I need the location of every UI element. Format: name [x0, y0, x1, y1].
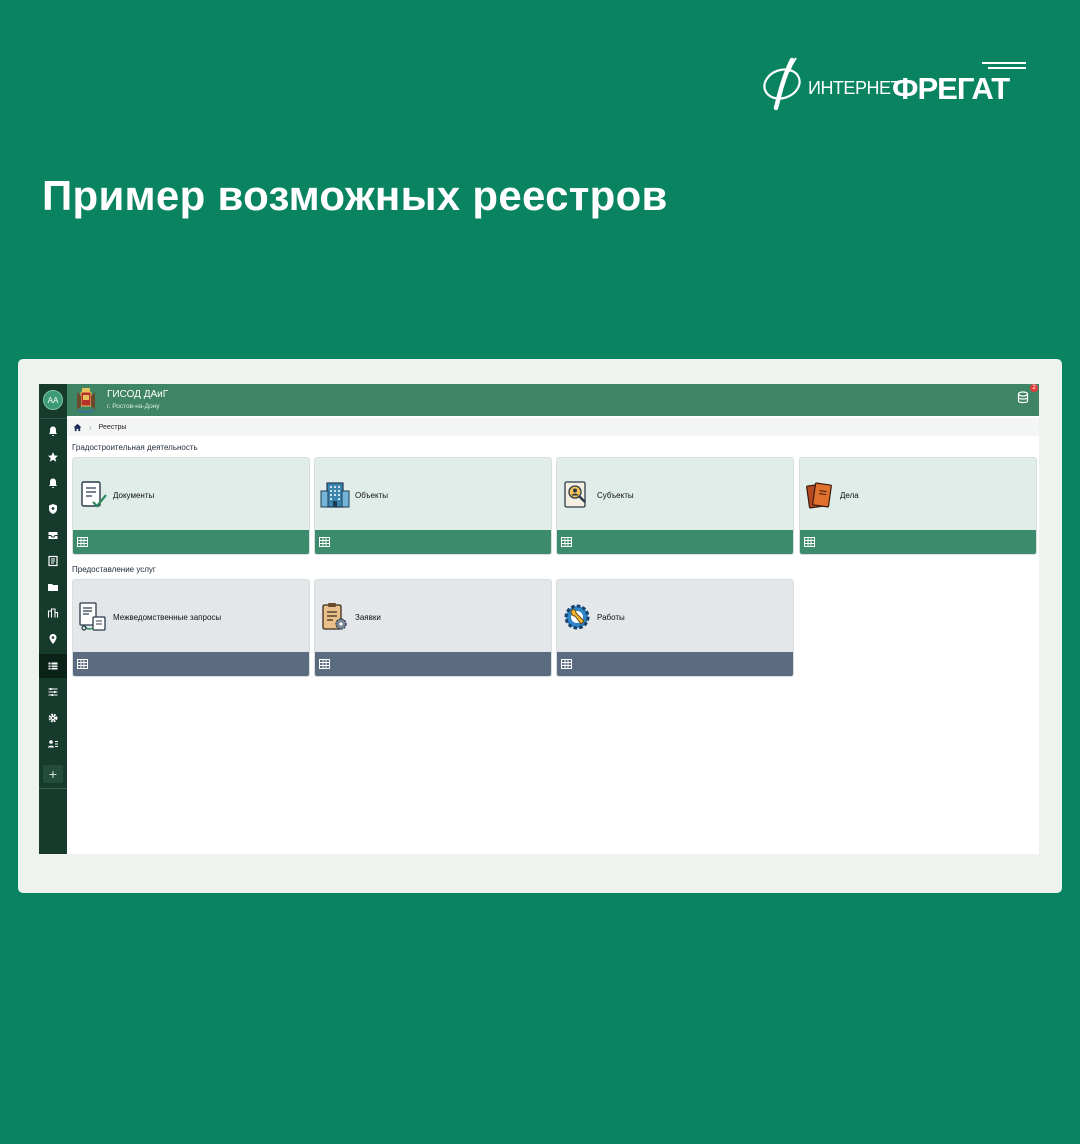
wrench-gear-icon: [561, 601, 593, 633]
brand-emblem-icon: [763, 57, 801, 111]
registry-card-label: Межведомственные запросы: [113, 612, 222, 622]
sidebar-item-gear[interactable]: [39, 706, 67, 730]
registry-card-label: Документы: [113, 490, 155, 500]
bell-icon: [49, 478, 57, 488]
registry-card[interactable]: Работы: [556, 579, 794, 677]
divider: [39, 788, 67, 789]
registry-card-footer[interactable]: [557, 530, 793, 554]
registry-card[interactable]: Объекты: [314, 457, 552, 555]
notifications-icon: [49, 426, 57, 436]
table-icon[interactable]: [561, 537, 572, 547]
registry-card-footer[interactable]: [315, 652, 551, 676]
home-icon[interactable]: [73, 423, 82, 432]
section-title: Предоставление услуг: [72, 565, 156, 574]
registries-icon: [48, 662, 58, 670]
sidebar-item-shield[interactable]: [39, 497, 67, 521]
registry-card-body[interactable]: Заявки: [315, 580, 551, 654]
folders-icon: [804, 479, 836, 511]
brand-big-text: ФРЕГАТ: [892, 71, 1010, 106]
users-list-icon: [48, 740, 58, 748]
sidebar-item-folder[interactable]: [39, 575, 67, 599]
registry-card-footer[interactable]: [73, 652, 309, 676]
registry-card-label: Дела: [840, 490, 859, 500]
registry-card-label: Субъекты: [597, 490, 634, 500]
sidebar-rail: AA +: [39, 384, 67, 854]
location-icon: [49, 634, 57, 644]
app-window: AA + ГИСОД ДАиГ г. Ростов-на-Дону 2 › Ре…: [39, 384, 1039, 854]
database-icon: [1017, 391, 1029, 404]
app-subtitle: г. Ростов-на-Дону: [107, 403, 160, 410]
gear-icon: [48, 713, 58, 723]
app-header: ГИСОД ДАиГ г. Ростов-на-Дону 2: [67, 384, 1039, 416]
request-icon: [77, 601, 109, 633]
sidebar-item-registries[interactable]: [39, 654, 67, 678]
sidebar-item-inbox[interactable]: [39, 523, 67, 547]
brand-small-text: ИНТЕРНЕТ: [808, 78, 901, 98]
table-icon[interactable]: [804, 537, 815, 547]
registry-card[interactable]: Субъекты: [556, 457, 794, 555]
registry-card-label: Объекты: [355, 490, 388, 500]
sidebar-item-users-list[interactable]: [39, 732, 67, 756]
registry-card-footer[interactable]: [557, 652, 793, 676]
folder-icon: [48, 584, 58, 591]
city-crest-icon: [77, 388, 95, 413]
brand-line: [982, 62, 1026, 64]
registry-card[interactable]: Заявки: [314, 579, 552, 677]
registry-card[interactable]: Межведомственные запросы: [72, 579, 310, 677]
star-icon: [48, 452, 58, 462]
sidebar-item-buildings[interactable]: [39, 601, 67, 625]
screenshot-frame: AA + ГИСОД ДАиГ г. Ростов-на-Дону 2 › Ре…: [18, 359, 1062, 893]
registry-card-footer[interactable]: [800, 530, 1036, 554]
registry-card-footer[interactable]: [73, 530, 309, 554]
sidebar-item-bell[interactable]: [39, 471, 67, 495]
building-icon: [319, 479, 351, 511]
table-icon[interactable]: [561, 659, 572, 669]
table-icon[interactable]: [319, 659, 330, 669]
brand-logo: ИНТЕРНЕТ ФРЕГАТ: [762, 56, 1028, 112]
registry-card-body[interactable]: Межведомственные запросы: [73, 580, 309, 654]
sidebar-item-sliders[interactable]: [39, 680, 67, 704]
table-icon[interactable]: [319, 537, 330, 547]
clipboard-gear-icon: [319, 601, 351, 633]
notification-badge: 2: [1030, 384, 1038, 392]
page-title: Пример возможных реестров: [42, 172, 668, 219]
registry-card-footer[interactable]: [315, 530, 551, 554]
table-icon[interactable]: [77, 537, 88, 547]
journal-icon: [48, 555, 58, 567]
avatar[interactable]: AA: [43, 390, 63, 410]
sidebar-item-notifications[interactable]: [39, 419, 67, 443]
registry-card-label: Заявки: [355, 612, 381, 622]
sidebar-item-location[interactable]: [39, 627, 67, 651]
breadcrumb-current: Реестры: [98, 423, 127, 431]
registry-card-body[interactable]: Работы: [557, 580, 793, 654]
person-search-icon: [561, 479, 593, 511]
registry-card-body[interactable]: Субъекты: [557, 458, 793, 532]
shield-icon: [49, 504, 57, 514]
inbox-icon: [48, 532, 58, 539]
registry-card-body[interactable]: Дела: [800, 458, 1036, 532]
sidebar-item-star[interactable]: [39, 445, 67, 469]
document-check-icon: [77, 479, 109, 511]
sliders-icon: [48, 688, 58, 696]
app-title: ГИСОД ДАиГ: [107, 389, 169, 400]
add-button[interactable]: +: [43, 765, 63, 783]
section-title: Градостроительная деятельность: [72, 443, 198, 452]
registry-card-label: Работы: [597, 612, 625, 622]
sidebar-item-journal[interactable]: [39, 549, 67, 573]
database-button[interactable]: [1017, 391, 1033, 407]
chevron-right-icon: ›: [89, 422, 92, 432]
registry-card-body[interactable]: Объекты: [315, 458, 551, 532]
table-icon[interactable]: [77, 659, 88, 669]
registry-card[interactable]: Документы: [72, 457, 310, 555]
breadcrumb: › Реестры: [67, 418, 1039, 436]
buildings-icon: [47, 608, 59, 618]
brand-line: [988, 67, 1026, 69]
registry-card[interactable]: Дела: [799, 457, 1037, 555]
registry-card-body[interactable]: Документы: [73, 458, 309, 532]
